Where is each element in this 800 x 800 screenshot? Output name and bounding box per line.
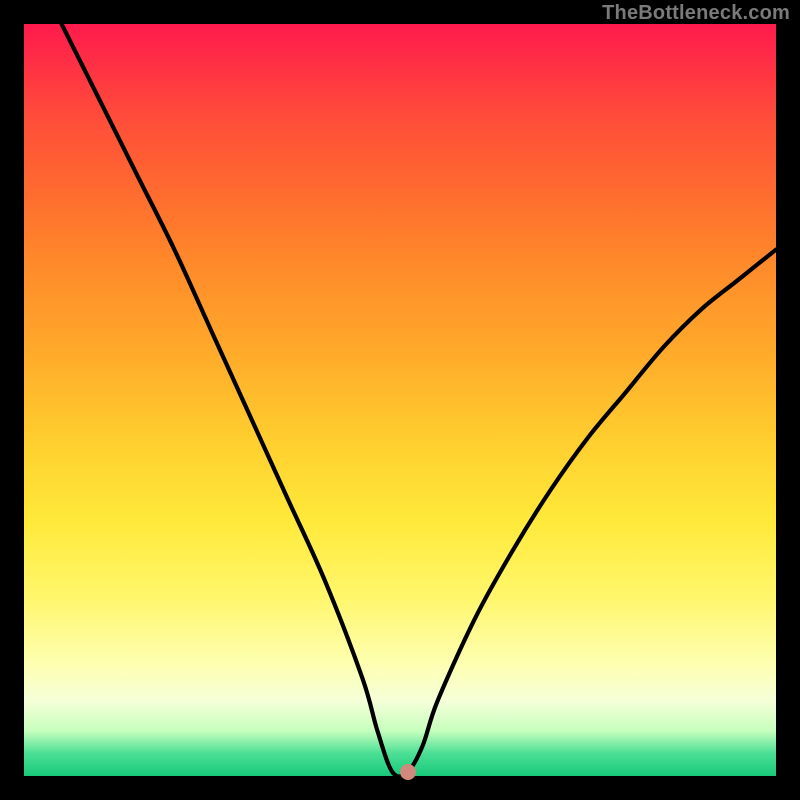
bottleneck-curve [24, 24, 776, 776]
chart-frame: TheBottleneck.com [0, 0, 800, 800]
optimal-point-marker [400, 764, 416, 780]
plot-area [24, 24, 776, 776]
watermark-text: TheBottleneck.com [602, 2, 790, 25]
